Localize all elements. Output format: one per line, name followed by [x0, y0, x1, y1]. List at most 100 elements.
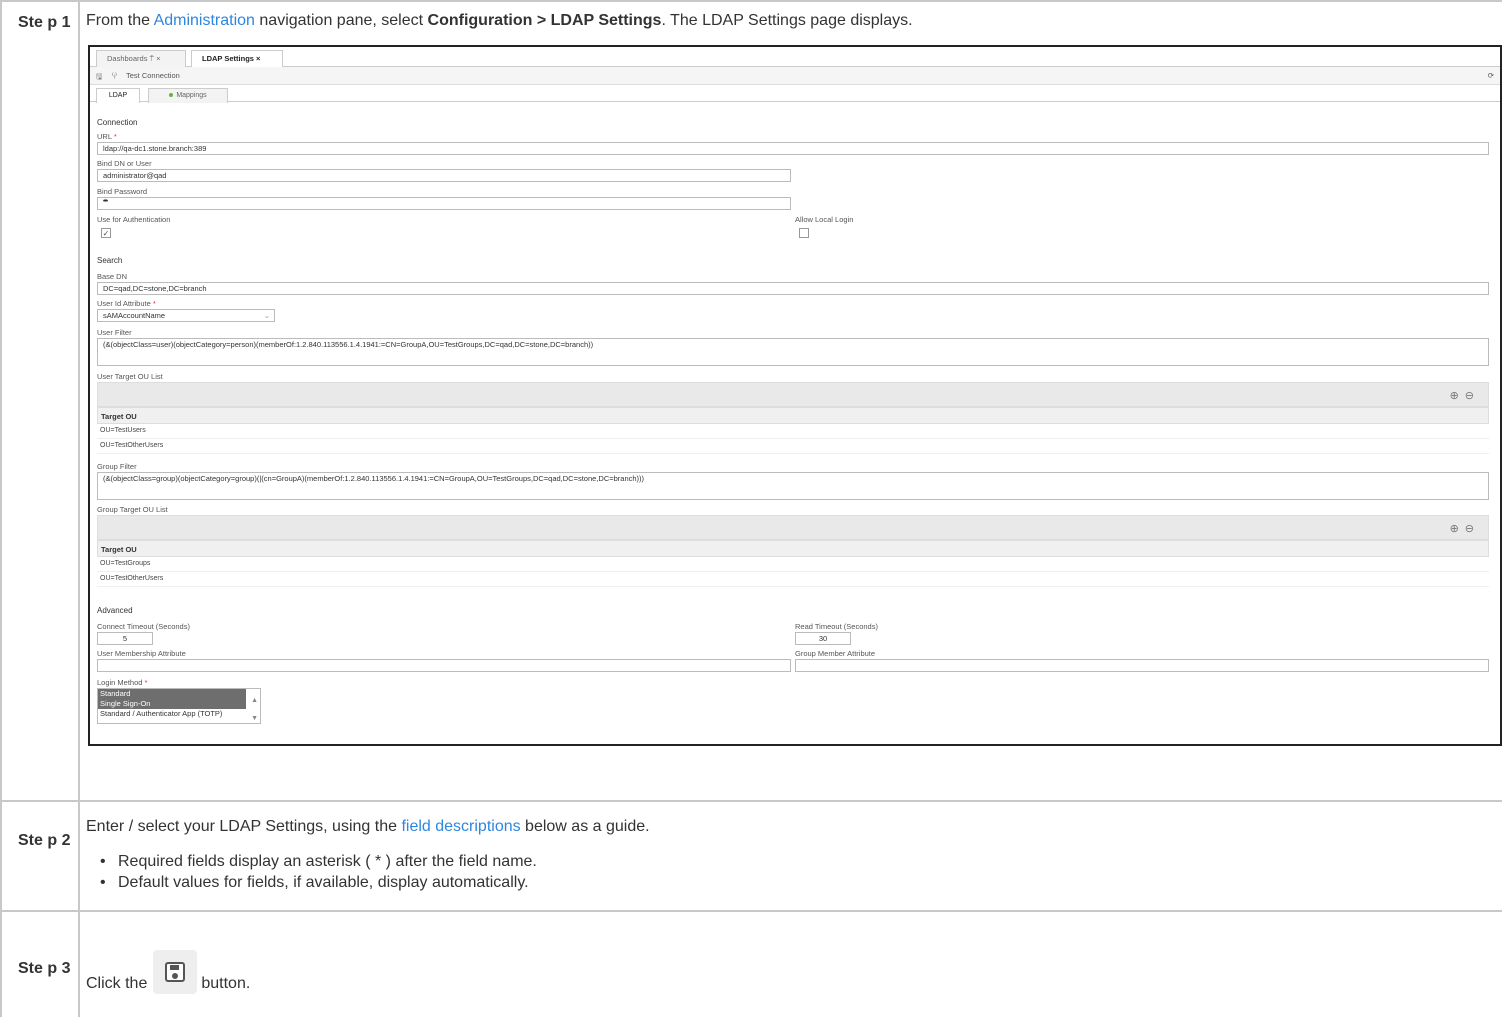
- step-label: Ste p 1: [2, 2, 80, 800]
- add-circle-icon[interactable]: ⊕: [1450, 390, 1465, 402]
- step-text-part: . The LDAP Settings page displays.: [661, 12, 913, 29]
- step-text-part: From the: [86, 12, 154, 29]
- required-marker: *: [152, 299, 156, 308]
- list-item: Required fields display an asterisk ( * …: [100, 851, 1502, 872]
- toolbar: 🖫 ⁽ᵢ⁾ Test Connection ⟳: [90, 67, 1500, 85]
- steps-table: Ste p 1 From the Administration navigati…: [0, 0, 1502, 1017]
- scroll-down-icon[interactable]: ▼: [251, 715, 258, 722]
- bind-password-input[interactable]: ••••••••••••••••••••••••••••••: [97, 197, 791, 210]
- required-marker: *: [144, 678, 148, 687]
- base-dn-label: Base DN: [97, 272, 128, 281]
- bind-dn-label: Bind DN or User: [97, 159, 152, 168]
- table-row[interactable]: OU=TestOtherUsers: [97, 439, 1489, 454]
- administration-link[interactable]: Administration: [154, 12, 255, 29]
- url-input[interactable]: ldap://qa-dc1.stone.branch:389: [97, 142, 1489, 155]
- ldap-settings-screenshot: Dashboards ⍑ × LDAP Settings × 🖫 ⁽ᵢ⁾ Tes…: [88, 45, 1502, 746]
- step-text-part: navigation pane, select: [254, 12, 428, 29]
- save-icon[interactable]: 🖫: [96, 71, 102, 84]
- group-ou-grid-toolbar: ⊕⊖: [97, 515, 1489, 540]
- add-circle-icon[interactable]: ⊕: [1450, 523, 1465, 535]
- subtabs: LDAP Mappings: [90, 85, 1500, 103]
- login-method-option[interactable]: Single Sign-On: [98, 699, 246, 709]
- user-ou-column-header: Target OU: [97, 407, 1489, 424]
- scroll-up-icon[interactable]: ▲: [251, 691, 258, 711]
- group-filter-input[interactable]: (&(objectClass=group)(objectCategory=gro…: [97, 472, 1489, 500]
- url-label: URL *: [97, 132, 117, 141]
- step-text: Enter / select your LDAP Settings, using…: [86, 816, 1502, 838]
- field-descriptions-link[interactable]: field descriptions: [401, 818, 520, 835]
- tab-mappings-label: Mappings: [176, 92, 207, 99]
- step-body: Click the button.: [80, 912, 1502, 1017]
- connect-timeout-input[interactable]: 5: [97, 632, 153, 645]
- test-connection-button[interactable]: Test Connection: [126, 71, 180, 80]
- user-filter-input[interactable]: (&(objectClass=user)(objectCategory=pers…: [97, 338, 1489, 366]
- login-method-listbox[interactable]: Standard Single Sign-On Standard / Authe…: [97, 688, 261, 724]
- user-id-attribute-value: sAMAccountName: [103, 311, 166, 320]
- menu-path: Configuration > LDAP Settings: [427, 12, 662, 29]
- step-row-2: Ste p 2 Enter / select your LDAP Setting…: [2, 802, 1502, 912]
- step-text-part: button.: [201, 975, 251, 992]
- chevron-down-icon: ⌄: [263, 311, 270, 320]
- required-marker: *: [113, 132, 117, 141]
- user-id-attribute-label: User Id Attribute *: [97, 299, 156, 308]
- bind-dn-input[interactable]: administrator@qad: [97, 169, 791, 182]
- connect-timeout-label: Connect Timeout (Seconds): [97, 622, 190, 631]
- tab-ldap-settings[interactable]: LDAP Settings ×: [191, 50, 283, 68]
- user-target-ou-label: User Target OU List: [97, 372, 163, 381]
- test-connection-icon[interactable]: ⁽ᵢ⁾: [112, 71, 117, 80]
- grid-actions: ⊕⊖: [1450, 522, 1480, 535]
- listbox-scrollbar[interactable]: ▲: [251, 691, 258, 711]
- step-text-part: below as a guide.: [520, 818, 650, 835]
- user-membership-attribute-input[interactable]: [97, 659, 791, 672]
- tab-mappings[interactable]: Mappings: [148, 88, 228, 103]
- document-tabs: Dashboards ⍑ × LDAP Settings ×: [90, 47, 1500, 68]
- save-icon: [153, 950, 198, 994]
- user-ou-grid-toolbar: ⊕⊖: [97, 382, 1489, 407]
- tab-dashboards[interactable]: Dashboards ⍑ ×: [96, 50, 186, 67]
- login-method-label-text: Login Method: [97, 678, 143, 687]
- user-filter-label: User Filter: [97, 328, 132, 337]
- step-body: Enter / select your LDAP Settings, using…: [80, 802, 1502, 910]
- search-heading: Search: [97, 256, 123, 265]
- table-row[interactable]: OU=TestGroups: [97, 557, 1489, 572]
- group-filter-label: Group Filter: [97, 462, 137, 471]
- read-timeout-input[interactable]: 30: [795, 632, 851, 645]
- group-member-attribute-label: Group Member Attribute: [795, 649, 876, 658]
- step-body: From the Administration navigation pane,…: [80, 2, 1502, 800]
- connection-heading: Connection: [97, 118, 138, 127]
- step-label: Ste p 2: [2, 802, 80, 910]
- login-method-label: Login Method *: [97, 678, 147, 687]
- step-row-1: Ste p 1 From the Administration navigati…: [2, 2, 1502, 802]
- step-text: From the Administration navigation pane,…: [86, 10, 1502, 32]
- list-item: Default values for fields, if available,…: [100, 872, 1502, 893]
- login-method-option[interactable]: Standard / Authenticator App (TOTP): [98, 709, 246, 719]
- status-dot-icon: [169, 93, 174, 98]
- login-method-option[interactable]: Standard: [98, 689, 246, 699]
- step-label: Ste p 3: [2, 912, 80, 1017]
- step-text-part: Click the: [86, 975, 148, 992]
- step-row-3: Ste p 3 Click the button.: [2, 912, 1502, 1017]
- allow-local-login-label: Allow Local Login: [795, 215, 854, 224]
- advanced-heading: Advanced: [97, 606, 133, 615]
- grid-actions: ⊕⊖: [1450, 389, 1480, 402]
- user-membership-attribute-label: User Membership Attribute: [97, 649, 186, 658]
- group-target-ou-label: Group Target OU List: [97, 505, 168, 514]
- use-for-authentication-label: Use for Authentication: [97, 215, 171, 224]
- use-for-authentication-checkbox[interactable]: ✓: [101, 228, 111, 238]
- allow-local-login-checkbox[interactable]: [799, 228, 809, 238]
- user-id-attribute-label-text: User Id Attribute: [97, 299, 151, 308]
- tab-ldap[interactable]: LDAP: [96, 88, 140, 103]
- step-bullets: Required fields display an asterisk ( * …: [100, 851, 1502, 893]
- table-row[interactable]: OU=TestOtherUsers: [97, 572, 1489, 587]
- step-text-part: Enter / select your LDAP Settings, using…: [86, 818, 402, 835]
- refresh-icon[interactable]: ⟳: [1488, 71, 1494, 80]
- user-id-attribute-select[interactable]: sAMAccountName ⌄: [97, 309, 275, 322]
- floppy-disk-icon: [165, 962, 186, 982]
- group-ou-column-header: Target OU: [97, 540, 1489, 557]
- bind-password-label: Bind Password: [97, 187, 148, 196]
- group-member-attribute-input[interactable]: [795, 659, 1489, 672]
- table-row[interactable]: OU=TestUsers: [97, 424, 1489, 439]
- remove-circle-icon[interactable]: ⊖: [1465, 390, 1480, 402]
- base-dn-input[interactable]: DC=qad,DC=stone,DC=branch: [97, 282, 1489, 295]
- remove-circle-icon[interactable]: ⊖: [1465, 523, 1480, 535]
